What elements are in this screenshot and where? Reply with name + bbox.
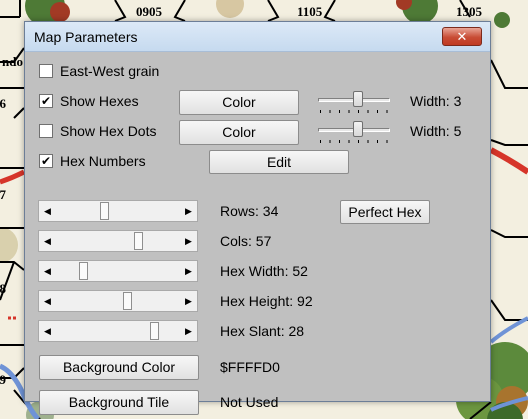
show-hex-dots-option[interactable]: Show Hex Dots: [39, 123, 156, 139]
east-west-grain-checkbox[interactable]: [39, 64, 53, 78]
hex-numbers-option[interactable]: ✔ Hex Numbers: [39, 153, 146, 169]
scroll-left-arrow-icon[interactable]: ◀: [39, 321, 56, 341]
hex-number-fragment: 08: [0, 281, 6, 296]
background-tile-value: Not Used: [220, 394, 279, 410]
background-tile-button-label: Background Tile: [68, 394, 170, 410]
map-parameters-dialog: Map Parameters ✕ East-West grain ✔ Show …: [24, 21, 491, 415]
scroll-thumb[interactable]: [99, 202, 109, 220]
scroll-left-arrow-icon[interactable]: ◀: [39, 291, 56, 311]
background-color-value: $FFFFD0: [220, 359, 280, 375]
rows-scrollbar[interactable]: ◀ ▶: [38, 200, 198, 222]
scroll-left-arrow-icon[interactable]: ◀: [39, 261, 56, 281]
title-bar[interactable]: Map Parameters ✕: [25, 22, 490, 52]
show-hexes-option[interactable]: ✔ Show Hexes: [39, 93, 139, 109]
dot-color-button-label: Color: [222, 124, 256, 140]
window-title: Map Parameters: [34, 29, 138, 45]
scroll-right-arrow-icon[interactable]: ▶: [180, 201, 197, 221]
east-west-grain-option[interactable]: East-West grain: [39, 63, 159, 79]
hex-number: 1105: [297, 4, 323, 19]
hex-color-button[interactable]: Color: [179, 90, 299, 115]
scroll-thumb[interactable]: [122, 292, 132, 310]
slider-thumb[interactable]: [352, 121, 363, 137]
background-tile-button[interactable]: Background Tile: [39, 390, 199, 415]
slider-thumb[interactable]: [352, 91, 363, 107]
hex-line-width-label: Width: 3: [410, 93, 462, 109]
show-hexes-checkbox[interactable]: ✔: [39, 94, 53, 108]
east-west-grain-label: East-West grain: [60, 63, 160, 79]
close-icon: ✕: [456, 29, 468, 44]
show-hex-dots-checkbox[interactable]: [39, 124, 53, 138]
hex-number: 0905: [136, 4, 162, 19]
hex-label-fragment: ndo: [2, 54, 23, 69]
close-button[interactable]: ✕: [442, 27, 482, 46]
hex-slant-value-label: Hex Slant: 28: [220, 323, 305, 339]
scroll-left-arrow-icon[interactable]: ◀: [39, 231, 56, 251]
hex-slant-scrollbar[interactable]: ◀ ▶: [38, 320, 198, 342]
hex-line-width-slider[interactable]: [316, 89, 392, 115]
dot-size-slider[interactable]: [316, 119, 392, 145]
scroll-thumb[interactable]: [79, 262, 88, 280]
show-hexes-label: Show Hexes: [60, 93, 139, 109]
edit-button[interactable]: Edit: [209, 150, 349, 174]
perfect-hex-button[interactable]: Perfect Hex: [340, 200, 430, 224]
hex-number-fragment: 07: [0, 187, 6, 202]
scroll-thumb[interactable]: [150, 322, 160, 340]
dot-size-label: Width: 5: [410, 123, 462, 139]
background-color-button[interactable]: Background Color: [39, 355, 199, 380]
perfect-hex-button-label: Perfect Hex: [348, 204, 422, 220]
hex-width-value-label: Hex Width: 52: [220, 263, 308, 279]
hex-color-button-label: Color: [222, 94, 256, 110]
scroll-thumb[interactable]: [134, 232, 144, 250]
scroll-right-arrow-icon[interactable]: ▶: [180, 321, 197, 341]
cols-value-label: Cols: 57: [220, 233, 272, 249]
show-hex-dots-label: Show Hex Dots: [60, 123, 157, 139]
hex-height-value-label: Hex Height: 92: [220, 293, 313, 309]
hex-width-scrollbar[interactable]: ◀ ▶: [38, 260, 198, 282]
rows-value-label: Rows: 34: [220, 203, 279, 219]
scroll-left-arrow-icon[interactable]: ◀: [39, 201, 56, 221]
hex-numbers-checkbox[interactable]: ✔: [39, 154, 53, 168]
background-color-button-label: Background Color: [62, 359, 176, 375]
hex-number-fragment: 06: [0, 96, 6, 111]
dialog-client-area: East-West grain ✔ Show Hexes Color Width…: [29, 53, 486, 415]
scroll-right-arrow-icon[interactable]: ▶: [180, 231, 197, 251]
scroll-right-arrow-icon[interactable]: ▶: [180, 261, 197, 281]
scroll-right-arrow-icon[interactable]: ▶: [180, 291, 197, 311]
hex-numbers-label: Hex Numbers: [60, 153, 146, 169]
edit-button-label: Edit: [266, 154, 292, 170]
dot-color-button[interactable]: Color: [179, 120, 299, 145]
cols-scrollbar[interactable]: ◀ ▶: [38, 230, 198, 252]
hex-height-scrollbar[interactable]: ◀ ▶: [38, 290, 198, 312]
hex-number-fragment: 09: [0, 372, 6, 387]
hex-number: 1305: [456, 4, 482, 19]
